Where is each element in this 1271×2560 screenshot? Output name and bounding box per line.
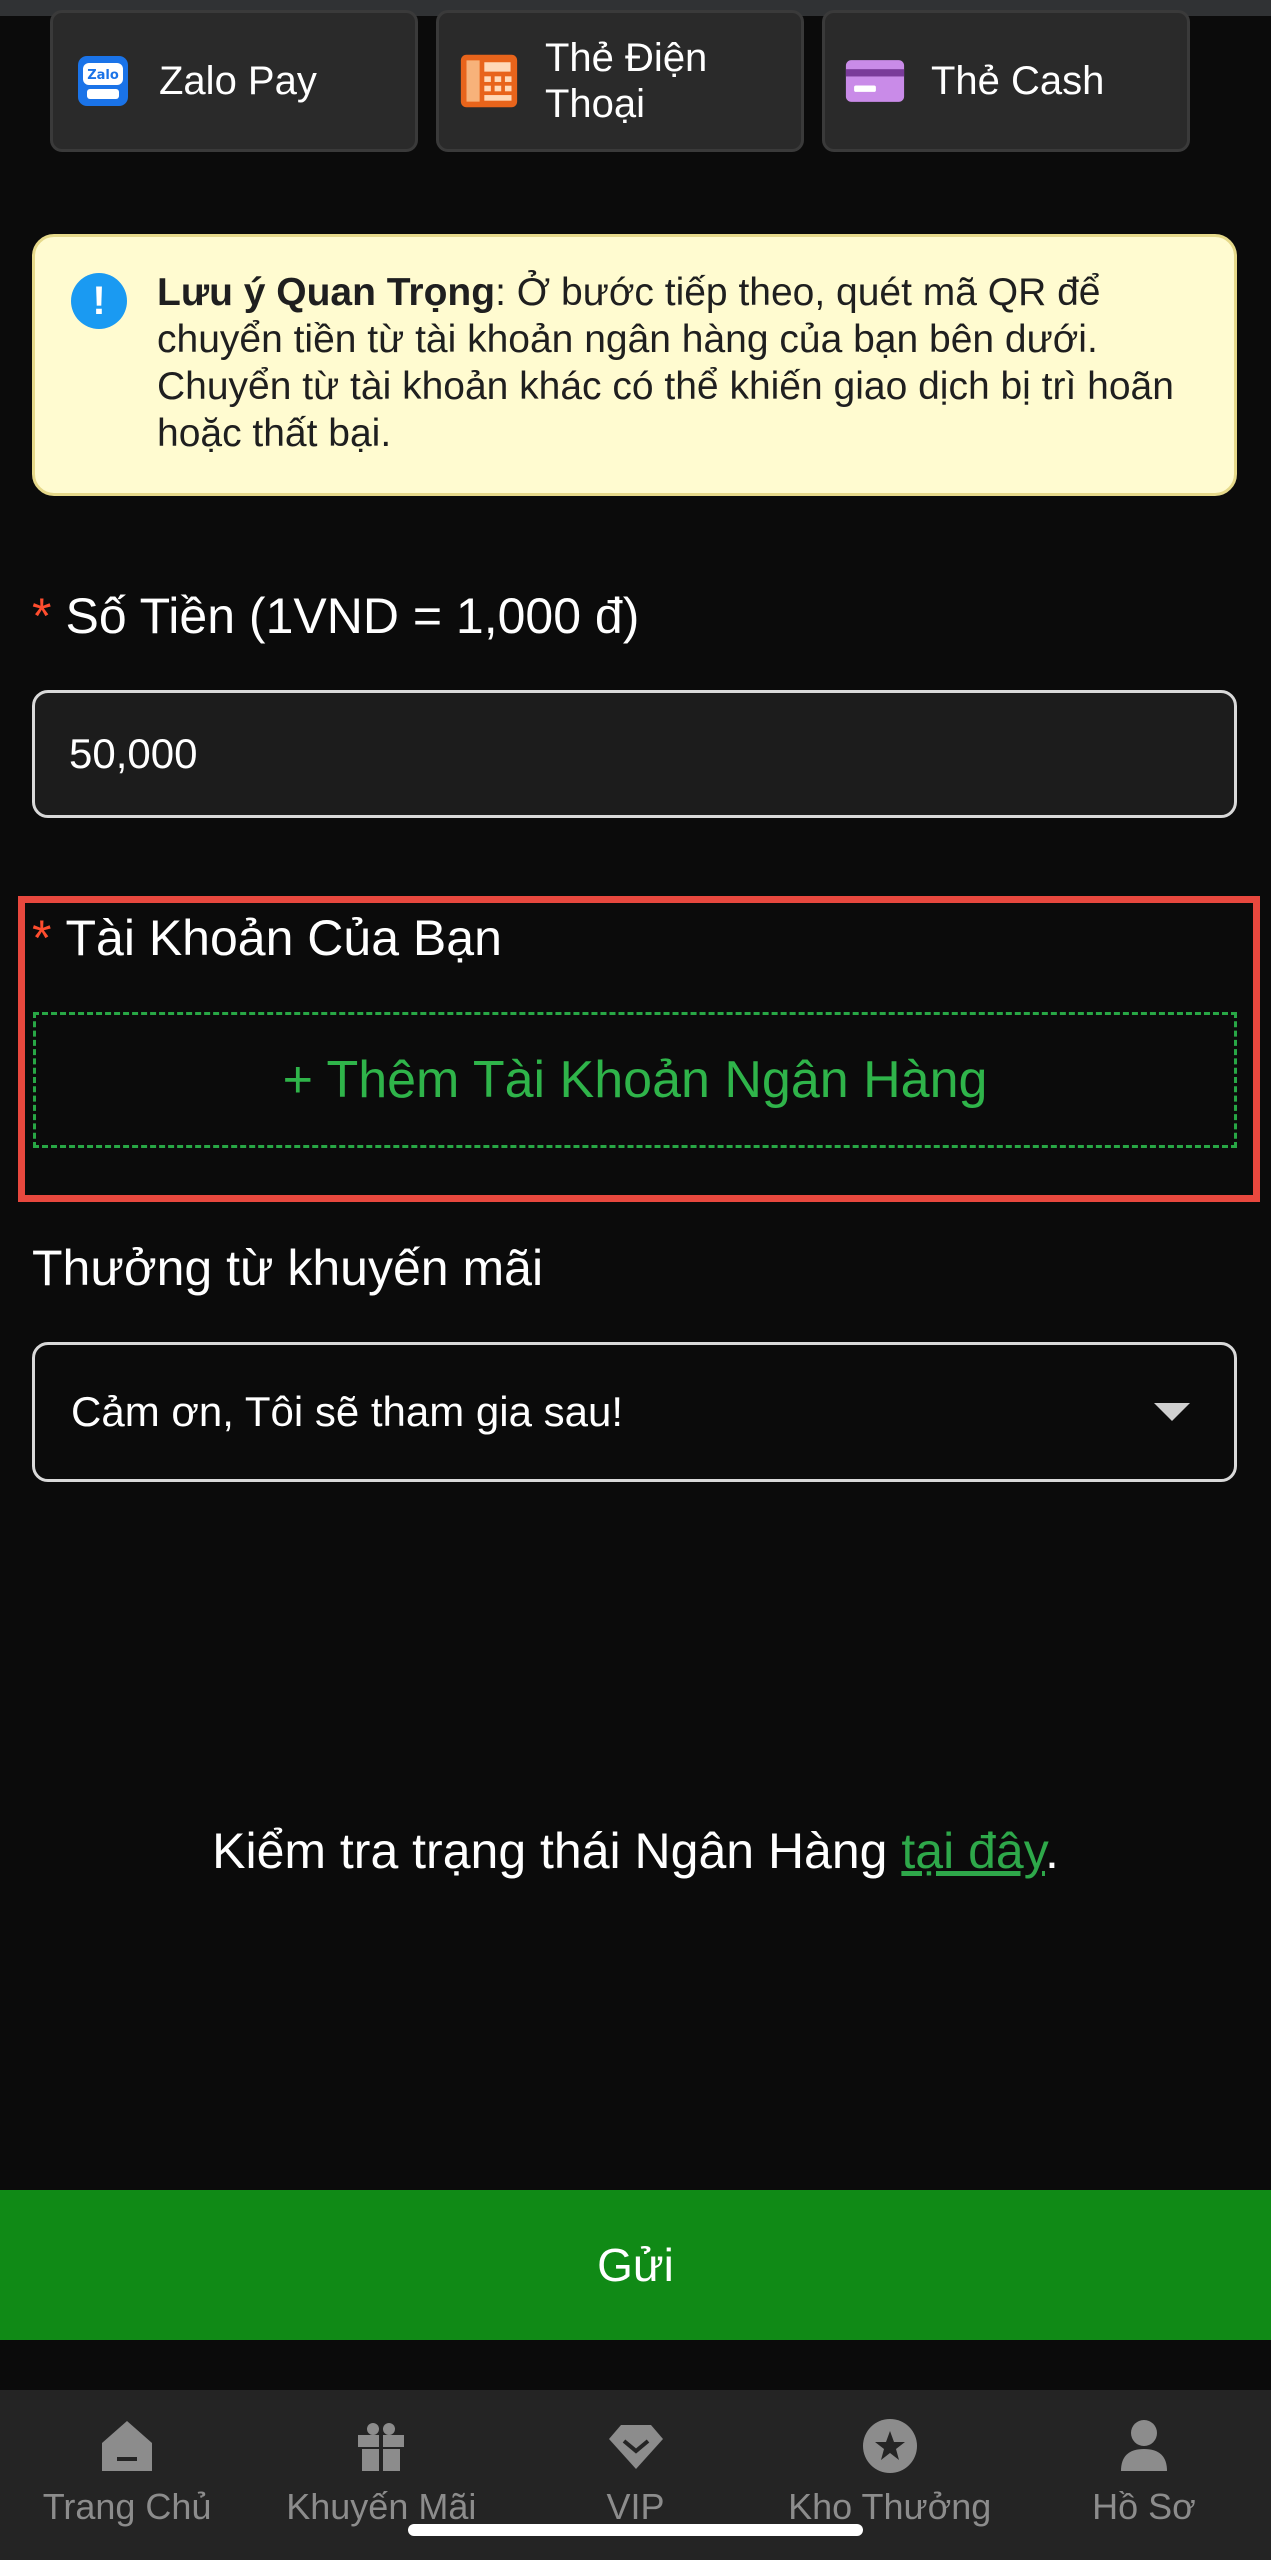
bank-status-prefix: Kiểm tra trạng thái Ngân Hàng bbox=[212, 1823, 902, 1879]
amount-input[interactable] bbox=[32, 690, 1237, 818]
promotion-select[interactable]: Cảm ơn, Tôi sẽ tham gia sau! bbox=[32, 1342, 1237, 1482]
important-notice: ! Lưu ý Quan Trọng: Ở bước tiếp theo, qu… bbox=[32, 234, 1237, 496]
bank-status-text: Kiểm tra trạng thái Ngân Hàng tại đây. bbox=[0, 1822, 1271, 1880]
nav-item-home[interactable]: Trang Chủ bbox=[0, 2390, 254, 2560]
info-icon: ! bbox=[71, 273, 127, 329]
nav-item-profile[interactable]: Hồ Sơ bbox=[1017, 2390, 1271, 2560]
bank-status-suffix: . bbox=[1044, 1823, 1059, 1879]
amount-label-text: Số Tiền (1VND = 1,000 đ) bbox=[65, 588, 640, 644]
nav-label: Hồ Sơ bbox=[1092, 2486, 1196, 2527]
zalopay-icon: Zalo bbox=[73, 51, 133, 111]
add-bank-account-button[interactable]: + Thêm Tài Khoản Ngân Hàng bbox=[33, 1012, 1237, 1148]
gift-icon bbox=[349, 2414, 413, 2478]
home-icon bbox=[95, 2414, 159, 2478]
required-mark: * bbox=[32, 588, 52, 644]
deposit-page: Zalo Zalo Pay Thẻ Điện Thoại Thẻ Cash ! … bbox=[0, 0, 1271, 2560]
method-zalopay[interactable]: Zalo Zalo Pay bbox=[50, 10, 418, 152]
home-indicator[interactable] bbox=[408, 2524, 863, 2536]
vip-icon bbox=[604, 2414, 668, 2478]
account-label-text: Tài Khoản Của Bạn bbox=[65, 910, 502, 966]
method-label: Thẻ Điện Thoại bbox=[545, 36, 708, 126]
nav-label: Trang Chủ bbox=[42, 2486, 212, 2527]
method-phone-card[interactable]: Thẻ Điện Thoại bbox=[436, 10, 804, 152]
promotion-selected-value: Cảm ơn, Tôi sẽ tham gia sau! bbox=[71, 1388, 624, 1435]
submit-button[interactable]: Gửi bbox=[0, 2190, 1271, 2340]
notice-title: Lưu ý Quan Trọng bbox=[157, 271, 496, 314]
reward-icon bbox=[858, 2414, 922, 2478]
method-cash-card[interactable]: Thẻ Cash bbox=[822, 10, 1190, 152]
promotion-label: Thưởng từ khuyến mãi bbox=[32, 1240, 544, 1296]
nav-label: VIP bbox=[606, 2486, 665, 2527]
nav-label: Kho Thưởng bbox=[788, 2486, 992, 2527]
profile-icon bbox=[1112, 2414, 1176, 2478]
amount-label: * Số Tiền (1VND = 1,000 đ) bbox=[32, 586, 639, 646]
nav-label: Khuyến Mãi bbox=[286, 2486, 477, 2527]
chevron-down-icon bbox=[1154, 1403, 1190, 1421]
cash-card-icon bbox=[845, 51, 905, 111]
svg-text:Zalo: Zalo bbox=[87, 68, 119, 83]
phone-card-icon bbox=[459, 51, 519, 111]
method-label: Thẻ Cash bbox=[931, 59, 1105, 103]
method-label: Zalo Pay bbox=[159, 59, 317, 103]
bank-status-link[interactable]: tại đây bbox=[901, 1823, 1045, 1879]
account-label: * Tài Khoản Của Bạn bbox=[32, 908, 502, 968]
required-mark: * bbox=[32, 910, 52, 966]
